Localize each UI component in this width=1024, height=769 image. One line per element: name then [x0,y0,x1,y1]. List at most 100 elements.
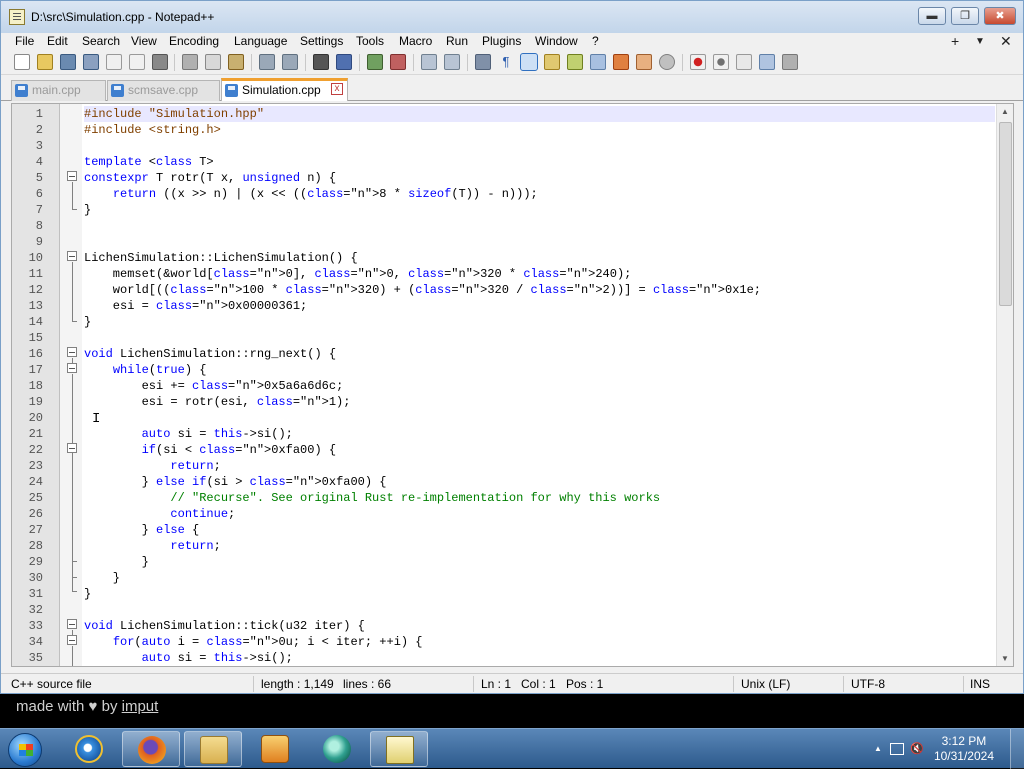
menu-view[interactable]: View [131,34,157,48]
show-hidden-icons-icon[interactable]: ▲ [874,744,882,753]
show-desktop-button[interactable] [1010,729,1024,769]
code-line[interactable]: for(auto i = class="n">0u; i < iter; ++i… [84,634,995,650]
tab-close-icon[interactable]: x [331,83,343,95]
scroll-up-arrow-icon[interactable]: ▲ [1001,107,1009,116]
notepadpp-app-icon[interactable] [9,9,25,25]
taskbar-internet-explorer[interactable] [60,731,118,767]
close-button[interactable]: ✖ [984,7,1016,25]
code-line[interactable] [84,218,995,234]
menu-edit[interactable]: Edit [47,34,68,48]
status-eol[interactable]: Unix (LF) [741,677,790,691]
code-line[interactable]: esi = rotr(esi, class="n">1); [84,394,995,410]
vertical-scrollbar[interactable]: ▲ ▼ [996,104,1013,666]
code-line[interactable]: } [84,570,995,586]
network-icon[interactable] [890,743,904,755]
clock[interactable]: 3:12 PM 10/31/2024 [934,734,994,764]
tab-scmsave-cpp[interactable]: scmsave.cpp [107,80,220,101]
fold-toggle-icon[interactable] [67,347,77,357]
tab-simulation-cpp[interactable]: Simulation.cpp x [221,78,348,101]
code-line[interactable]: template <class T> [84,154,995,170]
menu-encoding[interactable]: Encoding [169,34,219,48]
status-insert-mode[interactable]: INS [970,677,990,691]
find-icon[interactable] [313,54,329,70]
code-line[interactable]: if(si < class="n">0xfa00) { [84,442,995,458]
menu-help[interactable]: ? [592,34,599,48]
title-bar[interactable]: D:\src\Simulation.cpp - Notepad++ ▬ ❐ ✖ [1,1,1023,33]
close-all-icon[interactable] [129,54,145,70]
taskbar-app[interactable] [308,731,366,767]
volume-muted-icon[interactable]: 🔇 [910,742,924,755]
fold-toggle-icon[interactable] [67,171,77,181]
taskbar-notepadpp[interactable] [370,731,428,767]
function-list-icon[interactable] [613,54,629,70]
code-line[interactable]: while(true) { [84,362,995,378]
save-all-icon[interactable] [83,54,99,70]
code-line[interactable] [84,410,995,426]
folder-as-workspace-icon[interactable] [636,54,652,70]
close-file-icon[interactable] [106,54,122,70]
redo-icon[interactable] [282,54,298,70]
code-line[interactable]: } else { [84,522,995,538]
code-line[interactable]: memset(&world[class="n">0], class="n">0,… [84,266,995,282]
code-editor[interactable]: 1 2 3 4 5 6 7 8 9 10 11 12 13 14 15 16 17 18 19 20 21 22 23 24 2… [11,103,1014,667]
paste-icon[interactable] [228,54,244,70]
code-line[interactable]: auto si = this->si(); [84,426,995,442]
print-icon[interactable] [152,54,168,70]
code-line[interactable]: return; [84,458,995,474]
menu-file[interactable]: File [15,34,34,48]
menu-run[interactable]: Run [446,34,468,48]
status-encoding[interactable]: UTF-8 [851,677,885,691]
code-line[interactable] [84,330,995,346]
save-icon[interactable] [60,54,76,70]
code-line[interactable] [84,138,995,154]
scroll-down-arrow-icon[interactable]: ▼ [1001,654,1009,663]
code-line-current[interactable]: #include "Simulation.hpp" [84,106,995,122]
word-wrap-icon[interactable] [475,54,491,70]
play-macro-icon[interactable] [736,54,752,70]
monitoring-eye-icon[interactable] [659,54,675,70]
author-link[interactable]: imput [122,698,159,715]
new-tab-plus-button[interactable]: + [951,33,959,49]
code-line[interactable]: } [84,554,995,570]
code-line[interactable]: } else if(si > class="n">0xfa00) { [84,474,995,490]
taskbar-media-player[interactable] [246,731,304,767]
code-line[interactable]: } [84,586,995,602]
code-line[interactable]: void LichenSimulation::rng_next() { [84,346,995,362]
fold-toggle-icon[interactable] [67,619,77,629]
menu-language[interactable]: Language [234,34,287,48]
code-line[interactable]: return ((x >> n) | (x << ((class="n">8 *… [84,186,995,202]
taskbar-firefox[interactable] [122,731,180,767]
new-file-icon[interactable] [14,54,30,70]
code-line[interactable]: #include <string.h> [84,122,995,138]
fold-toggle-icon[interactable] [67,443,77,453]
code-line[interactable]: esi += class="n">0x5a6a6d6c; [84,378,995,394]
code-text-area[interactable]: #include "Simulation.hpp" #include <strin… [84,104,995,666]
menu-settings[interactable]: Settings [300,34,343,48]
start-button-icon[interactable] [8,733,42,767]
fold-toggle-icon[interactable] [67,635,77,645]
code-line[interactable] [84,602,995,618]
sync-vertical-icon[interactable] [421,54,437,70]
record-macro-icon[interactable] [690,54,706,70]
stop-macro-icon[interactable] [713,54,729,70]
minimize-button[interactable]: ▬ [918,7,946,25]
save-macro-icon[interactable] [782,54,798,70]
restore-button[interactable]: ❐ [951,7,979,25]
fold-toggle-icon[interactable] [67,363,77,373]
code-line[interactable]: return; [84,538,995,554]
close-document-button[interactable]: ✕ [1000,33,1012,50]
code-line[interactable]: } [84,314,995,330]
cut-icon[interactable] [182,54,198,70]
copy-icon[interactable] [205,54,221,70]
taskbar-explorer[interactable] [184,731,242,767]
tab-list-dropdown-button[interactable]: ▼ [975,36,985,47]
show-all-characters-icon[interactable]: ¶ [498,54,514,70]
sync-horizontal-icon[interactable] [444,54,460,70]
user-language-icon[interactable] [544,54,560,70]
code-line[interactable]: continue; [84,506,995,522]
zoom-out-icon[interactable] [390,54,406,70]
menu-macro[interactable]: Macro [399,34,432,48]
code-line[interactable]: world[((class="n">100 * class="n">320) +… [84,282,995,298]
code-line[interactable]: void LichenSimulation::tick(u32 iter) { [84,618,995,634]
code-line[interactable]: // "Recurse". See original Rust re-imple… [84,490,995,506]
